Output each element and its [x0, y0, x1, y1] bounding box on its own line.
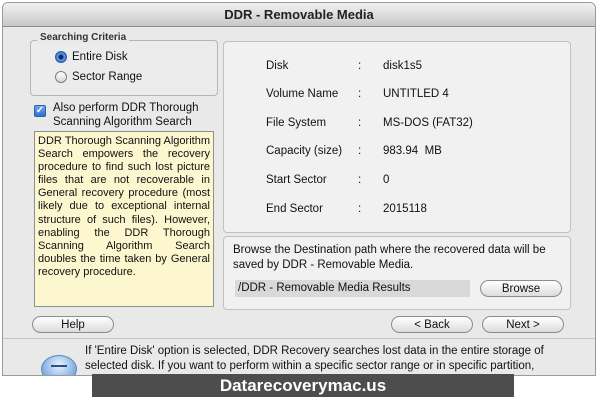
thorough-scan-checkbox[interactable]: ✓ — [34, 105, 46, 117]
radio-selected-icon — [55, 51, 67, 63]
end-sector-key: End Sector — [266, 203, 323, 215]
watermark-banner: Datarecoverymac.us — [92, 374, 514, 397]
title-bar: DDR - Removable Media — [3, 3, 595, 27]
volume-name-value: UNTITLED 4 — [383, 88, 449, 100]
searching-criteria-group — [30, 40, 218, 96]
sector-range-label: Sector Range — [72, 71, 143, 83]
colon: : — [358, 145, 362, 157]
next-button[interactable]: Next > — [482, 316, 564, 333]
capacity-key: Capacity (size) — [266, 145, 343, 157]
help-button[interactable]: Help — [32, 316, 114, 333]
start-sector-key: Start Sector — [266, 174, 327, 186]
colon: : — [358, 88, 362, 100]
back-button[interactable]: < Back — [391, 316, 473, 333]
thorough-scan-label: Also perform DDR Thorough Scanning Algor… — [53, 102, 199, 128]
destination-instructions: Browse the Destination path where the re… — [233, 244, 546, 271]
sector-range-radio[interactable]: Sector Range — [55, 71, 142, 83]
end-sector-value: 2015118 — [383, 203, 427, 215]
footer-help-text: If 'Entire Disk' option is selected, DDR… — [85, 345, 544, 372]
divider — [3, 338, 595, 339]
disk-key: Disk — [266, 60, 289, 72]
thorough-scan-info: DDR Thorough Scanning Algorithm Search e… — [34, 131, 214, 307]
start-sector-value: 0 — [383, 174, 390, 186]
colon: : — [358, 174, 362, 186]
destination-panel: Browse the Destination path where the re… — [223, 236, 571, 310]
colon: : — [358, 203, 362, 215]
destination-path-field[interactable]: /DDR - Removable Media Results — [235, 280, 470, 297]
capacity-value: 983.94 MB — [383, 145, 442, 157]
info-help-icon — [41, 355, 77, 375]
colon: : — [358, 117, 362, 129]
colon: : — [358, 60, 362, 72]
searching-criteria-legend: Searching Criteria — [37, 32, 130, 43]
window-title: DDR - Removable Media — [224, 7, 374, 22]
app-window: DDR - Removable Media Searching Criteria… — [2, 2, 596, 376]
disk-info-panel: Disk : disk1s5 Volume Name : UNTITLED 4 … — [223, 41, 571, 233]
browse-button[interactable]: Browse — [480, 280, 562, 297]
radio-unselected-icon — [55, 71, 67, 83]
file-system-key: File System — [266, 117, 327, 129]
entire-disk-radio[interactable]: Entire Disk — [55, 51, 128, 63]
disk-value: disk1s5 — [383, 60, 422, 72]
file-system-value: MS-DOS (FAT32) — [383, 117, 473, 129]
entire-disk-label: Entire Disk — [72, 51, 128, 63]
volume-name-key: Volume Name — [266, 88, 339, 100]
